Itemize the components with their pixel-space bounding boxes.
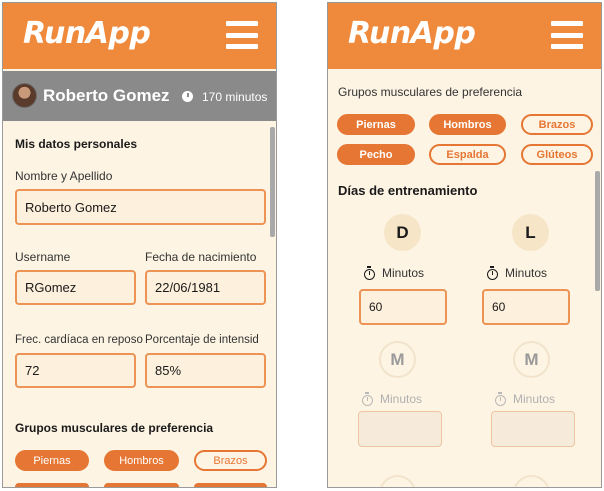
stopwatch-icon (362, 392, 373, 406)
fullname-label: Nombre y Apellido (15, 169, 113, 183)
heartrate-label: Frec. cardíaca en reposo (15, 334, 143, 346)
personal-data-title: Mis datos personales (15, 137, 138, 151)
app-logo: RunApp (23, 16, 151, 51)
minutes-label: Minutos (505, 266, 548, 280)
muscle-groups-title: Grupos musculares de preferencia (338, 85, 523, 99)
timer-icon (182, 91, 193, 102)
chip-hombros[interactable]: Hombros (104, 450, 179, 471)
day-partial[interactable] (379, 475, 416, 487)
minutes-label: Minutos (380, 392, 423, 406)
chip-brazos[interactable]: Brazos (194, 450, 267, 471)
app-header: RunApp (3, 3, 276, 69)
chip-partial[interactable] (104, 483, 179, 487)
minutes-input-d[interactable]: 60 (359, 289, 447, 325)
chip-brazos[interactable]: Brazos (521, 114, 593, 135)
username-field[interactable]: RGomez (15, 270, 136, 305)
chip-partial[interactable] (194, 483, 267, 487)
menu-icon[interactable] (551, 21, 583, 49)
chip-hombros[interactable]: Hombros (429, 114, 506, 135)
user-name: Roberto Gomez (43, 86, 170, 105)
chip-pecho[interactable]: Pecho (337, 144, 415, 165)
minutes-label: Minutos (513, 392, 556, 406)
scrollbar[interactable] (595, 171, 600, 291)
menu-icon[interactable] (226, 21, 258, 49)
chip-gluteos[interactable]: Glúteos (521, 144, 593, 165)
stopwatch-icon (495, 392, 506, 406)
intensity-field[interactable]: 85% (145, 353, 266, 388)
stopwatch-icon (364, 266, 375, 280)
training-screen: RunApp Grupos musculares de preferencia … (327, 2, 602, 488)
username-label: Username (15, 250, 71, 264)
minutes-input-m[interactable] (358, 411, 442, 447)
day-d-button[interactable]: D (384, 214, 421, 251)
heartrate-field[interactable]: 72 (15, 353, 136, 388)
minutes-label: Minutos (382, 266, 425, 280)
minutes-input-m2[interactable] (491, 411, 575, 447)
chip-espalda[interactable]: Espalda (429, 144, 506, 165)
avatar[interactable] (12, 83, 37, 108)
day-m2-button[interactable]: M (513, 341, 550, 378)
intensity-label: Porcentaje de intensid (145, 334, 259, 346)
day-m-button[interactable]: M (379, 341, 416, 378)
muscle-groups-title: Grupos musculares de preferencia (15, 421, 214, 435)
scrollbar[interactable] (270, 127, 275, 237)
profile-screen: RunApp Roberto Gomez 170 minutos Mis dat… (2, 2, 277, 488)
app-header: RunApp (328, 3, 601, 69)
day-l-button[interactable]: L (512, 214, 549, 251)
minutes-input-l[interactable]: 60 (482, 289, 570, 325)
app-logo: RunApp (348, 16, 476, 51)
training-days-title: Días de entrenamiento (338, 183, 478, 198)
user-bar: Roberto Gomez 170 minutos (3, 71, 276, 121)
stopwatch-icon (487, 266, 498, 280)
chip-partial[interactable] (15, 483, 89, 487)
chip-piernas[interactable]: Piernas (337, 114, 415, 135)
user-minutes: 170 minutos (202, 90, 268, 104)
birthdate-field[interactable]: 22/06/1981 (145, 270, 266, 305)
fullname-field[interactable]: Roberto Gomez (15, 189, 266, 225)
chip-piernas[interactable]: Piernas (15, 450, 89, 471)
day-partial[interactable] (513, 475, 550, 487)
birthdate-label: Fecha de nacimiento (145, 250, 257, 264)
